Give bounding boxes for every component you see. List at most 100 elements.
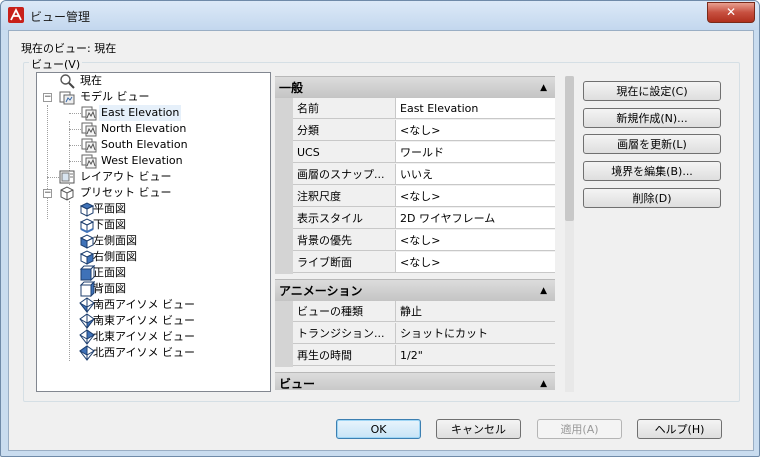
property-name: 画層のスナップ... <box>293 164 396 185</box>
views-group-label: ビュー(V) <box>29 56 83 72</box>
property-value[interactable]: <なし> <box>396 230 555 251</box>
tree-item-sw-iso-view[interactable]: 南西アイソメ ビュー <box>79 297 259 313</box>
edit-boundaries-button[interactable]: 境界を編集(B)... <box>583 161 721 181</box>
tree-item-nw-iso-view[interactable]: 北西アイソメ ビュー <box>79 345 259 361</box>
property-value[interactable]: ワールド <box>396 142 555 163</box>
model-views-icon <box>59 91 75 105</box>
help-button[interactable]: ヘルプ(H) <box>637 419 722 439</box>
property-name: 分類 <box>293 120 396 141</box>
collapse-arrow-icon[interactable]: ▲ <box>540 77 547 99</box>
tree-label: 左側面図 <box>93 234 137 247</box>
tree-label: 右側面図 <box>93 250 137 263</box>
named-view-icon <box>81 122 97 137</box>
update-layers-button[interactable]: 画層を更新(L) <box>583 134 721 154</box>
set-current-button[interactable]: 現在に設定(C) <box>583 81 721 101</box>
property-name: 表示スタイル <box>293 208 396 229</box>
tree-item-south-elevation[interactable]: South Elevation <box>81 137 261 153</box>
tree-item-west-elevation[interactable]: West Elevation <box>81 153 261 169</box>
layout-views-icon <box>59 170 75 184</box>
named-view-icon <box>81 106 97 121</box>
property-value[interactable]: いいえ <box>396 164 555 185</box>
view-manager-window: ビュー管理 ✕ 現在のビュー: 現在 ビュー(V) 現在 − モデル ビュー E… <box>0 0 760 457</box>
property-name: ライブ断面 <box>293 252 396 273</box>
property-value[interactable]: 1/2" <box>396 345 555 366</box>
collapse-arrow-icon[interactable]: ▲ <box>540 373 547 390</box>
tree-item-top-view[interactable]: 平面図 <box>79 201 259 217</box>
tree-line <box>69 201 70 361</box>
property-name: ビューの種類 <box>293 301 396 322</box>
new-view-button[interactable]: 新規作成(N)... <box>583 108 721 128</box>
property-value[interactable]: <なし> <box>396 186 555 207</box>
tree-item-left-view[interactable]: 左側面図 <box>79 233 259 249</box>
property-row[interactable]: 背景の優先 <なし> <box>275 230 555 252</box>
category-title: 一般 <box>279 81 304 95</box>
expander-model-views[interactable]: − <box>43 93 52 102</box>
property-scrollbar[interactable] <box>565 76 574 392</box>
tree-label: North Elevation <box>101 122 187 135</box>
tree-label: プリセット ビュー <box>80 186 172 199</box>
tree-item-bottom-view[interactable]: 下面図 <box>79 217 259 233</box>
tree-item-model-views[interactable]: モデル ビュー <box>59 89 259 105</box>
tree-label: South Elevation <box>101 138 188 151</box>
property-value[interactable]: East Elevation <box>396 98 555 119</box>
tree-item-north-elevation[interactable]: North Elevation <box>81 121 261 137</box>
tree-item-right-view[interactable]: 右側面図 <box>79 249 259 265</box>
ok-button[interactable]: OK <box>336 419 421 439</box>
delete-button[interactable]: 削除(D) <box>583 188 721 208</box>
tree-label: 北東アイソメ ビュー <box>93 330 195 343</box>
autocad-app-icon <box>8 7 24 23</box>
property-grid[interactable]: 一般 ▲ 名前 East Elevation 分類 <なし> UCS ワールド 画層の… <box>275 72 563 390</box>
tree-item-se-iso-view[interactable]: 南東アイソメ ビュー <box>79 313 259 329</box>
category-title: アニメーション <box>279 284 363 298</box>
property-value[interactable]: <なし> <box>396 120 555 141</box>
title-bar[interactable]: ビュー管理 ✕ <box>1 1 759 30</box>
tree-item-preset-views[interactable]: プリセット ビュー <box>59 185 259 201</box>
property-row[interactable]: 表示スタイル 2D ワイヤフレーム <box>275 208 555 230</box>
property-row[interactable]: 注釈尺度 <なし> <box>275 186 555 208</box>
category-view[interactable]: ビュー ▲ <box>275 372 555 390</box>
property-name: 背景の優先 <box>293 230 396 251</box>
tree-label: 下面図 <box>93 218 126 231</box>
tree-label: モデル ビュー <box>80 90 150 103</box>
category-animation[interactable]: アニメーション ▲ <box>275 279 555 301</box>
expander-preset-views[interactable]: − <box>43 189 52 198</box>
scrollbar-thumb[interactable] <box>565 76 574 221</box>
magnifier-icon <box>60 74 75 89</box>
cancel-button[interactable]: キャンセル <box>436 419 521 439</box>
property-value[interactable]: 2D ワイヤフレーム <box>396 208 555 229</box>
apply-button[interactable]: 適用(A) <box>537 419 622 439</box>
tree-label: 南東アイソメ ビュー <box>93 314 195 327</box>
tree-label: West Elevation <box>101 154 183 167</box>
property-row[interactable]: トランジション... ショットにカット <box>275 323 555 345</box>
tree-item-current[interactable]: 現在 <box>59 73 259 89</box>
property-row[interactable]: ビューの種類 静止 <box>275 301 555 323</box>
tree-item-ne-iso-view[interactable]: 北東アイソメ ビュー <box>79 329 259 345</box>
tree-item-east-elevation[interactable]: East Elevation <box>81 105 261 121</box>
window-title: ビュー管理 <box>30 10 91 24</box>
property-name: 再生の時間 <box>293 345 396 366</box>
preset-views-icon <box>60 186 74 201</box>
tree-line <box>47 105 48 219</box>
property-name: UCS <box>293 142 396 163</box>
tree-line <box>47 177 59 178</box>
tree-item-front-view[interactable]: 正面図 <box>79 265 259 281</box>
property-value[interactable]: ショットにカット <box>396 323 555 344</box>
tree-item-layout-views[interactable]: レイアウト ビュー <box>59 169 259 185</box>
tree-label: レイアウト ビュー <box>80 170 172 183</box>
dialog-body: 現在のビュー: 現在 ビュー(V) 現在 − モデル ビュー East Elev… <box>8 30 754 451</box>
tree-item-back-view[interactable]: 背面図 <box>79 281 259 297</box>
property-row[interactable]: 分類 <なし> <box>275 120 555 142</box>
collapse-arrow-icon[interactable]: ▲ <box>540 280 547 302</box>
named-view-icon <box>81 138 97 153</box>
property-row[interactable]: UCS ワールド <box>275 142 555 164</box>
property-row[interactable]: 再生の時間 1/2" <box>275 345 555 367</box>
property-value[interactable]: 静止 <box>396 301 555 322</box>
property-row[interactable]: 名前 East Elevation <box>275 98 555 120</box>
property-row[interactable]: 画層のスナップ... いいえ <box>275 164 555 186</box>
tree-label: 南西アイソメ ビュー <box>93 298 195 311</box>
close-button[interactable]: ✕ <box>707 2 755 23</box>
property-row[interactable]: ライブ断面 <なし> <box>275 252 555 274</box>
view-tree[interactable]: 現在 − モデル ビュー East Elevation North Elevat… <box>36 72 271 392</box>
property-value[interactable]: <なし> <box>396 252 555 273</box>
category-general[interactable]: 一般 ▲ <box>275 76 555 98</box>
